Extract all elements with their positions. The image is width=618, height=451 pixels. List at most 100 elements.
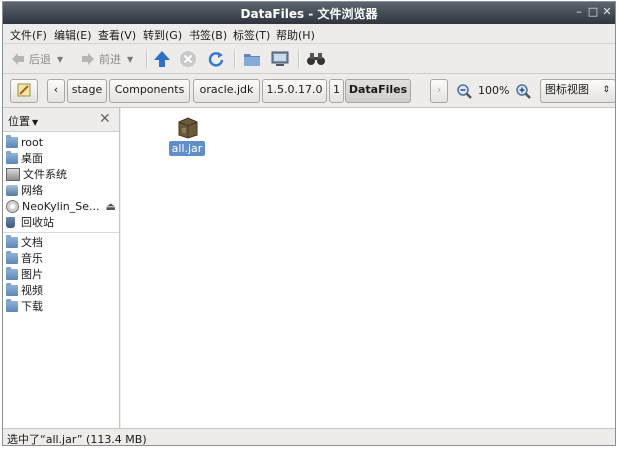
menu-tabs[interactable]: 标签(T) <box>233 27 270 43</box>
sidebar-item-desktop[interactable]: 桌面 <box>6 150 43 166</box>
sidebar-item-network[interactable]: 网络 <box>6 182 43 198</box>
sidebar-item-music[interactable]: 音乐 <box>6 250 43 266</box>
back-button[interactable]: 后退 ▼ <box>10 49 63 69</box>
sidebar-close-icon[interactable]: ✕ <box>99 111 111 127</box>
zoom-in-button[interactable] <box>515 83 531 102</box>
sidebar-item-pictures[interactable]: 图片 <box>6 266 43 282</box>
sidebar-item-label: 文档 <box>21 236 43 249</box>
home-folder-icon <box>244 54 260 66</box>
zoom-level[interactable]: 100% <box>478 84 509 97</box>
chevron-down-icon: ▼ <box>32 118 39 127</box>
disc-icon <box>6 199 19 213</box>
menu-go[interactable]: 转到(G) <box>143 27 182 43</box>
back-arrow-icon <box>12 53 24 65</box>
zoom-out-icon <box>457 84 472 99</box>
status-text: 选中了“all.jar” (113.4 MB) <box>7 433 147 446</box>
menu-edit[interactable]: 编辑(E) <box>54 27 92 43</box>
breadcrumb-version[interactable]: 1.5.0.17.0 <box>262 79 327 103</box>
folder-icon <box>6 298 18 312</box>
sidebar-mode-select[interactable]: 位置 ▼ <box>8 113 38 129</box>
binoculars-icon <box>307 53 325 65</box>
menu-help[interactable]: 帮助(H) <box>276 27 315 43</box>
chevron-right-icon: › <box>436 83 442 96</box>
toolbar-separator <box>298 49 300 69</box>
toolbar-separator <box>234 49 236 69</box>
jar-archive-icon <box>178 117 198 139</box>
search-button[interactable] <box>306 49 326 69</box>
file-item[interactable]: all.jar <box>121 108 261 168</box>
close-button[interactable]: ✕ <box>600 5 614 19</box>
breadcrumb-oracle-jdk[interactable]: oracle.jdk <box>193 79 260 103</box>
sidebar-mode-label: 位置 <box>8 115 30 128</box>
network-icon <box>6 184 18 196</box>
sidebar-item-videos[interactable]: 视频 <box>6 282 43 298</box>
toolbar-separator <box>146 49 148 69</box>
up-button[interactable] <box>153 49 171 69</box>
forward-button[interactable]: 前进 ▼ <box>80 49 133 69</box>
location-bar: ‹ stage Components oracle.jdk 1.5.0.17.0… <box>3 74 615 108</box>
desktop-folder-icon <box>6 150 18 164</box>
window-title: DataFiles - 文件浏览器 <box>240 7 378 21</box>
sidebar-item-documents[interactable]: 文档 <box>6 234 43 250</box>
menu-bookmarks[interactable]: 书签(B) <box>189 27 227 43</box>
home-folder-button[interactable] <box>243 49 261 69</box>
folder-icon <box>6 134 18 148</box>
minimize-button[interactable]: – <box>572 5 586 19</box>
sidebar-divider <box>3 232 119 233</box>
sidebar-item-label: 回收站 <box>21 216 54 229</box>
toolbar: 后退 ▼ 前进 ▼ <box>3 44 615 74</box>
stop-icon <box>180 51 196 67</box>
file-view[interactable]: all.jar <box>121 108 615 428</box>
sidebar-item-label: 网络 <box>21 184 43 197</box>
sidebar-item-label: 音乐 <box>21 252 43 265</box>
up-arrow-icon <box>154 51 170 67</box>
breadcrumb-stage[interactable]: stage <box>67 79 107 103</box>
folder-icon <box>6 250 18 264</box>
sidebar-item-label: NeoKylin_Se... <box>22 199 100 213</box>
breadcrumb-datafiles[interactable]: DataFiles <box>345 79 411 103</box>
sidebar-header: 位置 ▼ ✕ <box>3 108 119 132</box>
sidebar-item-label: root <box>21 135 44 149</box>
eject-icon[interactable]: ⏏ <box>105 200 115 213</box>
computer-button[interactable] <box>271 49 289 69</box>
computer-icon <box>271 51 289 66</box>
reload-button[interactable] <box>207 49 225 69</box>
forward-arrow-icon <box>82 53 94 65</box>
folder-icon <box>6 282 18 296</box>
file-browser-window: DataFiles - 文件浏览器 – □ ✕ 文件(F) 编辑(E) 查看(V… <box>2 1 616 446</box>
sidebar-item-downloads[interactable]: 下载 <box>6 298 43 314</box>
forward-label: 前进 <box>99 53 121 66</box>
updown-chevron-icon: ⇕ <box>602 85 610 95</box>
sidebar-item-label: 下载 <box>21 300 43 313</box>
view-mode-select[interactable]: 图标视图 ⇕ <box>540 79 615 103</box>
maximize-button[interactable]: □ <box>586 5 600 19</box>
reload-icon <box>208 52 224 67</box>
sidebar-item-root[interactable]: root <box>6 134 43 150</box>
toggle-location-entry-button[interactable] <box>10 79 38 103</box>
chevron-left-icon: ‹ <box>53 83 59 96</box>
folder-icon <box>6 234 18 248</box>
sidebar-item-trash[interactable]: 回收站 <box>6 214 54 230</box>
status-bar: 选中了“all.jar” (113.4 MB) <box>3 428 615 446</box>
trash-icon <box>6 216 15 228</box>
menu-file[interactable]: 文件(F) <box>10 27 47 43</box>
sidebar: 位置 ▼ ✕ root 桌面 文件系统 网络 NeoKylin_Se... ⏏ 回… <box>3 108 120 428</box>
breadcrumb-scroll-right-button[interactable]: › <box>430 79 448 103</box>
sidebar-item-label: 桌面 <box>21 152 43 165</box>
forward-history-chevron-icon[interactable]: ▼ <box>127 55 133 64</box>
breadcrumb-1[interactable]: 1 <box>329 79 344 103</box>
title-bar[interactable]: DataFiles - 文件浏览器 – □ ✕ <box>3 2 615 24</box>
breadcrumb-components[interactable]: Components <box>109 79 190 103</box>
zoom-out-button[interactable] <box>456 83 472 102</box>
edit-location-icon <box>17 83 31 97</box>
zoom-in-icon <box>516 84 531 99</box>
file-name: all.jar <box>169 141 205 156</box>
sidebar-item-filesystem[interactable]: 文件系统 <box>6 166 67 182</box>
menu-view[interactable]: 查看(V) <box>98 27 136 43</box>
sidebar-item-label: 文件系统 <box>23 168 67 181</box>
back-history-chevron-icon[interactable]: ▼ <box>57 55 63 64</box>
stop-button[interactable] <box>179 49 197 69</box>
folder-icon <box>6 266 18 280</box>
sidebar-item-neokylin[interactable]: NeoKylin_Se... ⏏ <box>6 198 116 214</box>
breadcrumb-scroll-left-button[interactable]: ‹ <box>47 79 65 103</box>
